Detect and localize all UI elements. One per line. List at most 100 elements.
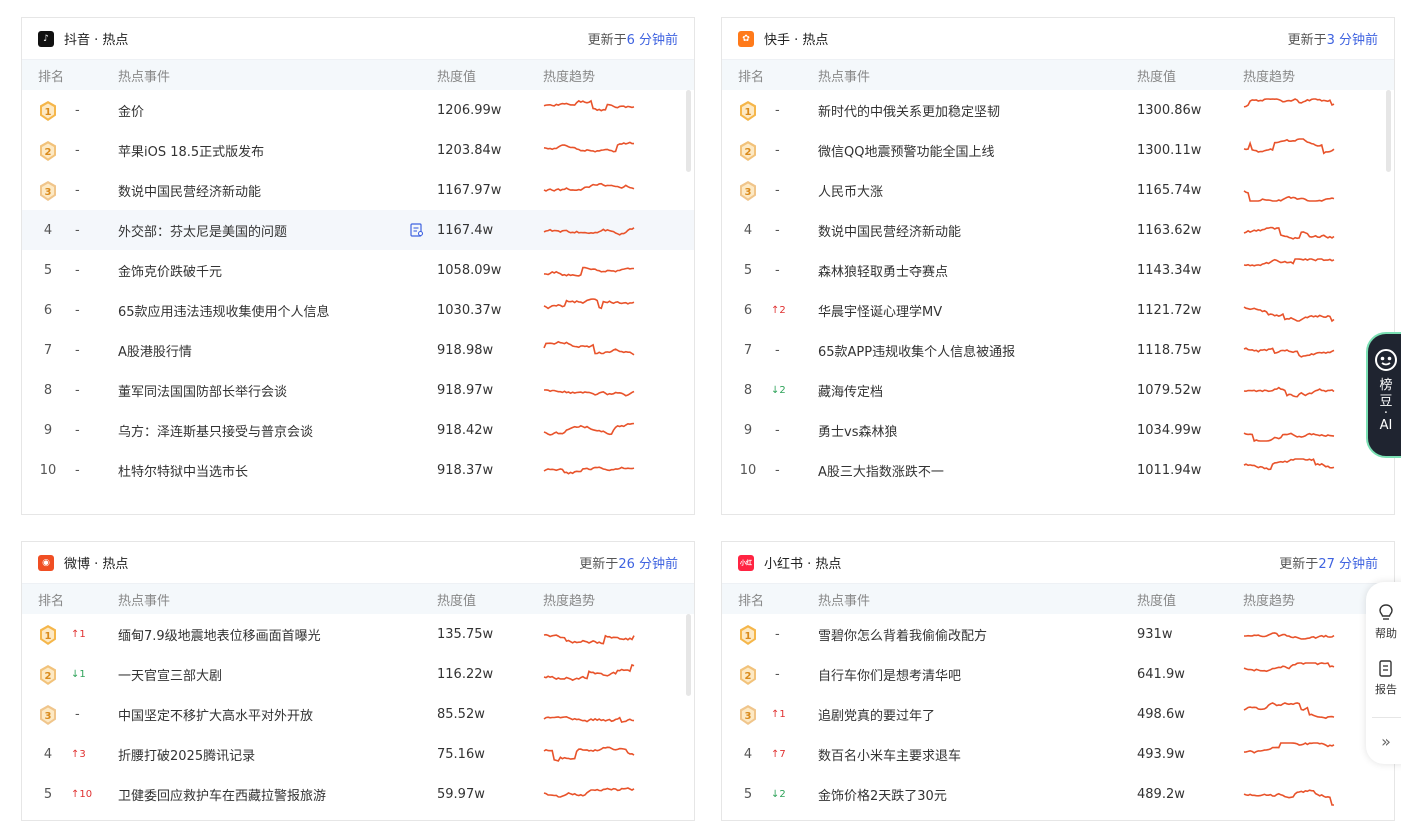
trend-sparkline (1243, 190, 1335, 202)
topic-title-link[interactable]: 追剧党真的要过年了 (818, 705, 935, 724)
topic-title-link[interactable]: 数百名小米车主要求退车 (818, 745, 961, 764)
hot-topic-row[interactable]: 8 - 董军同法国国防部长举行会谈 918.97w (22, 370, 694, 410)
hot-topic-row[interactable]: 5 ↑10 卫健委回应救护车在西藏拉警报旅游 59.97w (22, 774, 694, 814)
report-button[interactable]: 报告 (1366, 660, 1401, 697)
topic-title-link[interactable]: 数说中国民营经济新动能 (818, 221, 961, 240)
hot-topic-row[interactable]: 4 - 外交部：芬太尼是美国的问题 1167.4w (22, 210, 694, 250)
rank-number: 8 (43, 382, 53, 398)
detail-icon[interactable] (410, 223, 424, 237)
rank-change: - (75, 222, 80, 238)
topic-title-link[interactable]: 新时代的中俄关系更加稳定坚韧 (818, 101, 1000, 120)
heat-value: 931w (1137, 626, 1173, 642)
rank-number: 10 (39, 462, 57, 478)
hot-topic-row[interactable]: 1 - 金价 1206.99w (22, 90, 694, 130)
topic-title-link[interactable]: 华晨宇怪诞心理学MV (818, 301, 942, 320)
topic-title-link[interactable]: 65款APP违规收集个人信息被通报 (818, 341, 1015, 360)
rank-medal-icon: 1 (740, 625, 756, 645)
trend-line (1243, 789, 1334, 806)
hot-topic-row[interactable]: 1 ↑1 缅甸7.9级地震地表位移画面首曝光 135.75w (22, 614, 694, 654)
rank-change: - (75, 102, 80, 118)
topic-title-link[interactable]: 自行车你们是想考清华吧 (818, 665, 961, 684)
trend-sparkline (543, 99, 635, 112)
rank-change: - (75, 142, 80, 158)
hot-topic-row[interactable]: 9 - 勇士vs森林狼 1034.99w (722, 410, 1394, 450)
topic-title-link[interactable]: 藏海传定档 (818, 381, 883, 400)
scrollbar[interactable] (686, 90, 691, 172)
trend-sparkline (1243, 662, 1335, 673)
trend-sparkline (1243, 98, 1335, 108)
topic-title-link[interactable]: 一天官宣三部大剧 (118, 665, 222, 684)
expand-chevron-icon[interactable]: » (1366, 732, 1401, 751)
topic-title-link[interactable]: 数说中国民营经济新动能 (118, 181, 261, 200)
ai-assistant-button[interactable]: 榜 豆 · AI (1366, 332, 1401, 458)
scrollbar[interactable] (686, 614, 691, 696)
hot-topic-row[interactable]: 4 ↑3 折腰打破2025腾讯记录 75.16w (22, 734, 694, 774)
rank-number: 7 (743, 342, 753, 358)
topic-title-link[interactable]: 杜特尔特狱中当选市长 (118, 461, 248, 480)
rank-change: - (775, 666, 780, 682)
rank-change: - (775, 142, 780, 158)
hot-topic-row[interactable]: 9 - 乌方：泽连斯基只接受与普京会谈 918.42w (22, 410, 694, 450)
hot-topic-row[interactable]: 6 ↑2 华晨宇怪诞心理学MV 1121.72w (722, 290, 1394, 330)
topic-title-link[interactable]: 苹果iOS 18.5正式版发布 (118, 141, 264, 160)
hot-topic-row[interactable]: 2 - 苹果iOS 18.5正式版发布 1203.84w (22, 130, 694, 170)
hot-topic-row[interactable]: 2 - 微信QQ地震预警功能全国上线 1300.11w (722, 130, 1394, 170)
topic-title-link[interactable]: 森林狼轻取勇士夺赛点 (818, 261, 948, 280)
rank-number: 4 (43, 222, 53, 238)
hot-topic-row[interactable]: 3 - 人民币大涨 1165.74w (722, 170, 1394, 210)
heat-value: 1300.86w (1137, 102, 1202, 118)
hot-topic-row[interactable]: 4 ↑7 数百名小米车主要求退车 493.9w (722, 734, 1394, 774)
hot-topic-row[interactable]: 2 - 自行车你们是想考清华吧 641.9w (722, 654, 1394, 694)
topic-title-link[interactable]: 微信QQ地震预警功能全国上线 (818, 141, 994, 160)
topic-title-link[interactable]: A股三大指数涨跌不一 (818, 461, 944, 480)
rank-change: - (75, 262, 80, 278)
hot-topic-row[interactable]: 7 - 65款APP违规收集个人信息被通报 1118.75w (722, 330, 1394, 370)
hot-topic-row[interactable]: 1 - 新时代的中俄关系更加稳定坚韧 1300.86w (722, 90, 1394, 130)
hot-topic-row[interactable]: 10 - A股三大指数涨跌不一 1011.94w (722, 450, 1394, 490)
topic-title-link[interactable]: 65款应用违法违规收集使用个人信息 (118, 301, 330, 320)
trend-line (1244, 632, 1335, 640)
trend-line (543, 746, 635, 762)
topic-title-link[interactable]: 雪碧你怎么背着我偷偷改配方 (818, 625, 987, 644)
hot-topic-row[interactable]: 2 ↓1 一天官宣三部大剧 116.22w (22, 654, 694, 694)
topic-title-link[interactable]: 金饰克价跌破千元 (118, 261, 222, 280)
topic-title-link[interactable]: 勇士vs森林狼 (818, 421, 897, 440)
trend-line (543, 340, 635, 356)
heat-value: 1143.34w (1137, 262, 1202, 278)
hot-topic-row[interactable]: 3 - 中国坚定不移扩大高水平对外开放 85.52w (22, 694, 694, 734)
hot-topic-row[interactable]: 10 - 杜特尔特狱中当选市长 918.37w (22, 450, 694, 490)
help-button[interactable]: 帮助 (1366, 604, 1401, 641)
topic-title-link[interactable]: 折腰打破2025腾讯记录 (118, 745, 255, 764)
rank-medal-icon: 3 (40, 181, 56, 201)
topic-title-link[interactable]: 董军同法国国防部长举行会谈 (118, 381, 287, 400)
hot-topic-row[interactable]: 5 - 金饰克价跌破千元 1058.09w (22, 250, 694, 290)
hot-topic-row[interactable]: 5 ↓2 金饰价格2天跌了30元 489.2w (722, 774, 1394, 814)
rows-list: 1 ↑1 缅甸7.9级地震地表位移画面首曝光 135.75w 2 ↓1 一天官宣三部大剧 11… (22, 614, 694, 814)
trend-sparkline (543, 141, 634, 153)
topic-title-link[interactable]: 缅甸7.9级地震地表位移画面首曝光 (118, 625, 321, 644)
trend-cell (542, 376, 638, 408)
topic-title-link[interactable]: 中国坚定不移扩大高水平对外开放 (118, 705, 313, 724)
hot-topic-row[interactable]: 3 ↑1 追剧党真的要过年了 498.6w (722, 694, 1394, 734)
topic-title-link[interactable]: A股港股行情 (118, 341, 192, 360)
topic-title-link[interactable]: 人民币大涨 (818, 181, 883, 200)
topic-title-link[interactable]: 乌方：泽连斯基只接受与普京会谈 (118, 421, 313, 440)
hot-topic-row[interactable]: 6 - 65款应用违法违规收集使用个人信息 1030.37w (22, 290, 694, 330)
heat-value: 641.9w (1137, 666, 1185, 682)
hot-topic-row[interactable]: 5 - 森林狼轻取勇士夺赛点 1143.34w (722, 250, 1394, 290)
hot-topic-row[interactable]: 3 - 数说中国民营经济新动能 1167.97w (22, 170, 694, 210)
trend-cell (542, 176, 638, 208)
topic-title-link[interactable]: 外交部：芬太尼是美国的问题 (118, 221, 287, 240)
hot-topic-row[interactable]: 1 - 雪碧你怎么背着我偷偷改配方 931w (722, 614, 1394, 654)
hot-topic-row[interactable]: 8 ↓2 藏海传定档 1079.52w (722, 370, 1394, 410)
trend-cell (1242, 660, 1338, 692)
topic-title-link[interactable]: 金价 (118, 101, 144, 120)
card-title: 快手 · 热点 (764, 33, 829, 48)
trend-cell (1242, 216, 1338, 248)
douyin-card: ♪ 抖音 · 热点 更新于6 分钟前 排名 热点事件 热度值 热度趋势 1 - 金价… (21, 17, 695, 515)
col-trend: 热度趋势 (543, 593, 596, 609)
hot-topic-row[interactable]: 7 - A股港股行情 918.98w (22, 330, 694, 370)
updated-time: 更新于26 分钟前 (579, 557, 678, 572)
hot-topic-row[interactable]: 4 - 数说中国民营经济新动能 1163.62w (722, 210, 1394, 250)
scrollbar[interactable] (1386, 90, 1391, 172)
